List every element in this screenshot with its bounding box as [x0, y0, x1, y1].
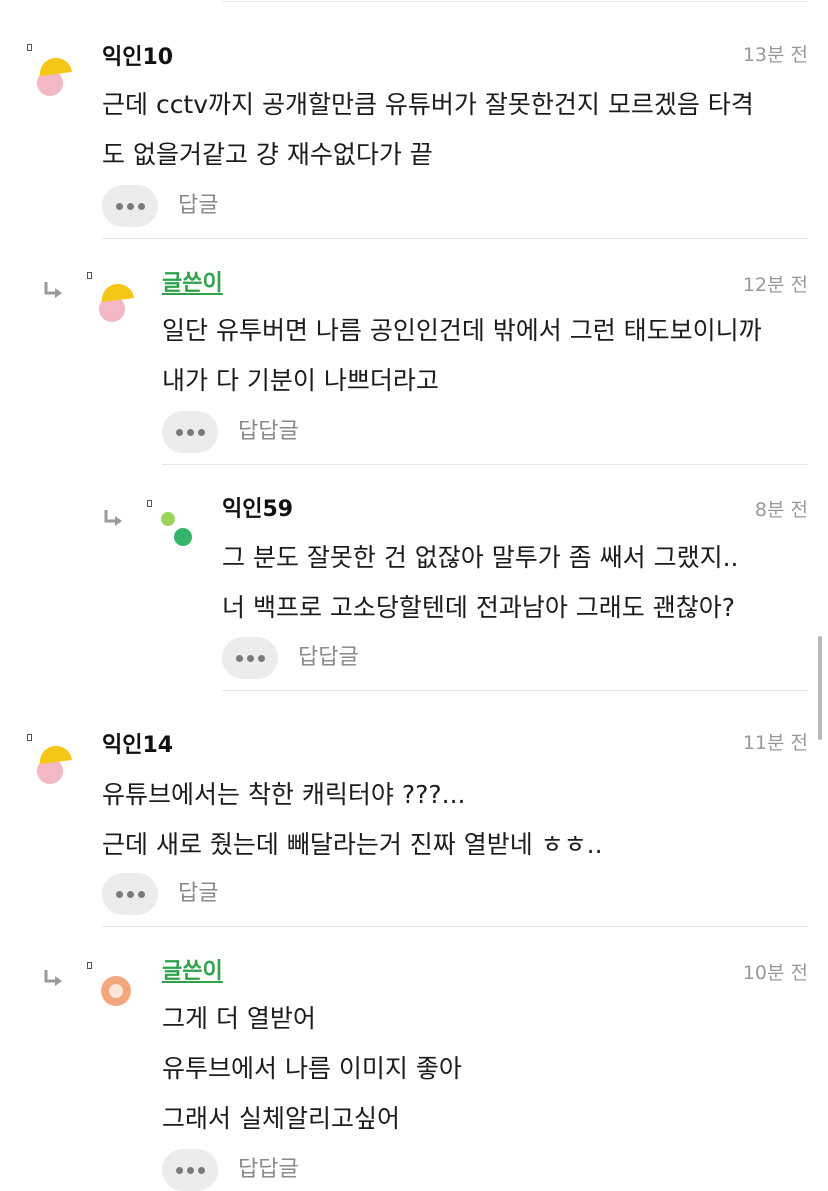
comment-time: 11분 전: [742, 732, 808, 754]
dot-icon: [126, 202, 134, 210]
dot-icon: [246, 654, 254, 662]
comment-body: 일단 유투버면 나름 공인인건데 밖에서 그런 태도보이니까 내가 다 기분이 …: [162, 306, 808, 406]
comment-line: 그게 더 열받어: [162, 1004, 316, 1033]
more-options-button[interactable]: [102, 873, 158, 915]
comment-body: 유튜브에서는 착한 캐릭터야 ???... 근데 새로 줬는데 빼달라는거 진짜…: [102, 770, 808, 870]
scrollbar[interactable]: [818, 636, 822, 740]
comment-author-op[interactable]: 글쓴이: [162, 269, 223, 299]
avatar-dots-icon: [161, 512, 192, 546]
comment-time: 12분 전: [742, 274, 808, 296]
comment-line: 유튜브에서는 착한 캐릭터야 ???...: [102, 780, 466, 809]
comment-line: 근데 새로 줬는데 빼달라는거 진짜 열받네 ㅎㅎ..: [102, 830, 603, 859]
comment-author[interactable]: 익인14: [102, 731, 173, 761]
avatar-sun-icon: [37, 746, 72, 784]
reply-link[interactable]: 답글: [178, 185, 218, 227]
comment: 익인14 11분 전 유튜브에서는 착한 캐릭터야 ???... 근데 새로 줬…: [0, 718, 808, 928]
avatar-circle-icon: [101, 976, 131, 1006]
comment-reply: 글쓴이 12분 전 일단 유투버면 나름 공인인건데 밖에서 그런 태도보이니까…: [40, 262, 808, 472]
reply-arrow-icon: [44, 970, 62, 986]
reply-arrow-icon: [104, 510, 122, 526]
comment-line: 너 백프로 고소당할텐데 전과남아 그래도 괜찮아?: [222, 593, 736, 622]
more-options-button[interactable]: [102, 185, 158, 227]
comment: 익인10 13분 전 근데 cctv까지 공개할만큼 유튜버가 잘못한건지 모르…: [0, 30, 808, 240]
dot-icon: [186, 428, 194, 436]
comment-marker: [87, 962, 92, 969]
comment-time: 13분 전: [742, 44, 808, 66]
reply-link[interactable]: 답답글: [238, 411, 299, 453]
dot-icon: [115, 890, 123, 898]
divider: [102, 926, 808, 927]
dot-icon: [257, 654, 265, 662]
dot-icon: [137, 890, 145, 898]
divider-top: [222, 1, 808, 2]
comment-marker: [27, 734, 32, 741]
dot-icon: [235, 654, 243, 662]
divider: [222, 690, 808, 691]
comment-reply: 익인59 8분 전 그 분도 잘못한 건 없잖아 말투가 좀 쌔서 그랬지.. …: [100, 490, 808, 700]
reply-link[interactable]: 답답글: [298, 637, 359, 679]
divider: [162, 464, 808, 465]
dot-icon: [137, 202, 145, 210]
reply-arrow-icon: [44, 282, 62, 298]
divider: [102, 238, 808, 239]
comment-marker: [147, 500, 152, 507]
dot-icon: [126, 890, 134, 898]
more-options-button[interactable]: [162, 411, 218, 453]
more-options-button[interactable]: [222, 637, 278, 679]
reply-link[interactable]: 답글: [178, 873, 218, 915]
comment-body: 그게 더 열받어 유투브에서 나름 이미지 좋아 그래서 실체알리고싶어: [162, 994, 808, 1144]
dot-icon: [197, 1166, 205, 1174]
comment-marker: [27, 44, 32, 51]
comment-line: 그 분도 잘못한 건 없잖아 말투가 좀 쌔서 그랬지..: [222, 543, 739, 572]
comment-line: 유투브에서 나름 이미지 좋아: [162, 1054, 462, 1083]
comment-line: 도 없을거같고 걍 재수없다가 끝: [102, 140, 433, 169]
comment-line: 내가 다 기분이 나쁘더라고: [162, 366, 439, 395]
comment-body: 그 분도 잘못한 건 없잖아 말투가 좀 쌔서 그랬지.. 너 백프로 고소당할…: [222, 533, 808, 633]
comment-reply: 글쓴이 10분 전 그게 더 열받어 유투브에서 나름 이미지 좋아 그래서 실…: [40, 950, 808, 1191]
dot-icon: [175, 1166, 183, 1174]
dot-icon: [175, 428, 183, 436]
comment-author-op[interactable]: 글쓴이: [162, 957, 223, 987]
comment-time: 10분 전: [742, 962, 808, 984]
comment-line: 그래서 실체알리고싶어: [162, 1104, 400, 1133]
avatar-sun-icon: [37, 58, 72, 96]
comment-line: 일단 유투버면 나름 공인인건데 밖에서 그런 태도보이니까: [162, 316, 762, 345]
avatar-sun-icon: [99, 284, 134, 322]
dot-icon: [197, 428, 205, 436]
comment-author[interactable]: 익인59: [222, 495, 293, 525]
dot-icon: [186, 1166, 194, 1174]
dot-icon: [115, 202, 123, 210]
comment-time: 8분 전: [754, 499, 808, 521]
comment-author[interactable]: 익인10: [102, 43, 173, 73]
comment-line: 근데 cctv까지 공개할만큼 유튜버가 잘못한건지 모르겠음 타격: [102, 90, 754, 119]
comment-marker: [87, 272, 92, 279]
comment-body: 근데 cctv까지 공개할만큼 유튜버가 잘못한건지 모르겠음 타격 도 없을거…: [102, 80, 808, 180]
